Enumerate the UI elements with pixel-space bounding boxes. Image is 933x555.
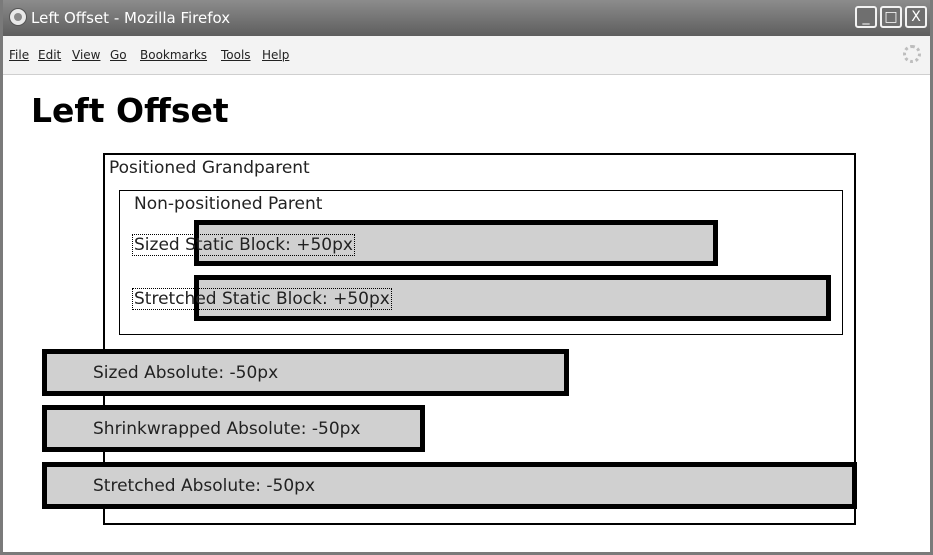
sized-absolute-text: Sized Absolute: -50px bbox=[93, 363, 279, 383]
browser-window: Left Offset - Mozilla Firefox _ □ X File… bbox=[0, 0, 933, 555]
close-button[interactable]: X bbox=[905, 6, 927, 28]
menu-file[interactable]: File bbox=[9, 48, 29, 62]
title-bar: Left Offset - Mozilla Firefox _ □ X bbox=[3, 0, 930, 36]
shrinkwrapped-absolute-text: Shrinkwrapped Absolute: -50px bbox=[93, 419, 361, 439]
stretched-absolute-block: Stretched Absolute: -50px bbox=[42, 462, 857, 509]
sized-absolute-block: Sized Absolute: -50px bbox=[42, 349, 569, 396]
window-title: Left Offset - Mozilla Firefox bbox=[31, 9, 231, 27]
menu-tools[interactable]: Tools bbox=[221, 48, 251, 62]
shrinkwrapped-absolute-block: Shrinkwrapped Absolute: -50px bbox=[42, 405, 425, 452]
menu-bookmarks[interactable]: Bookmarks bbox=[140, 48, 207, 62]
firefox-icon bbox=[9, 8, 27, 26]
sized-static-text: Sized Static Block: +50px bbox=[132, 234, 355, 256]
menu-bar: File Edit View Go Bookmarks Tools Help bbox=[3, 36, 930, 75]
page-heading: Left Offset bbox=[31, 91, 229, 130]
grandparent-label: Positioned Grandparent bbox=[109, 158, 310, 178]
menu-help[interactable]: Help bbox=[262, 48, 289, 62]
maximize-button[interactable]: □ bbox=[880, 6, 902, 28]
stretched-absolute-text: Stretched Absolute: -50px bbox=[93, 476, 316, 496]
page-content: Left Offset Positioned Grandparent Non-p… bbox=[6, 75, 930, 552]
parent-label: Non-positioned Parent bbox=[134, 194, 323, 214]
stretched-static-text: Stretched Static Block: +50px bbox=[132, 288, 392, 310]
minimize-button[interactable]: _ bbox=[855, 6, 877, 28]
menu-edit[interactable]: Edit bbox=[38, 48, 61, 62]
non-positioned-parent: Non-positioned Parent Sized Static Block… bbox=[119, 190, 843, 335]
menu-view[interactable]: View bbox=[72, 48, 100, 62]
menu-go[interactable]: Go bbox=[110, 48, 127, 62]
throbber-icon bbox=[903, 45, 921, 63]
